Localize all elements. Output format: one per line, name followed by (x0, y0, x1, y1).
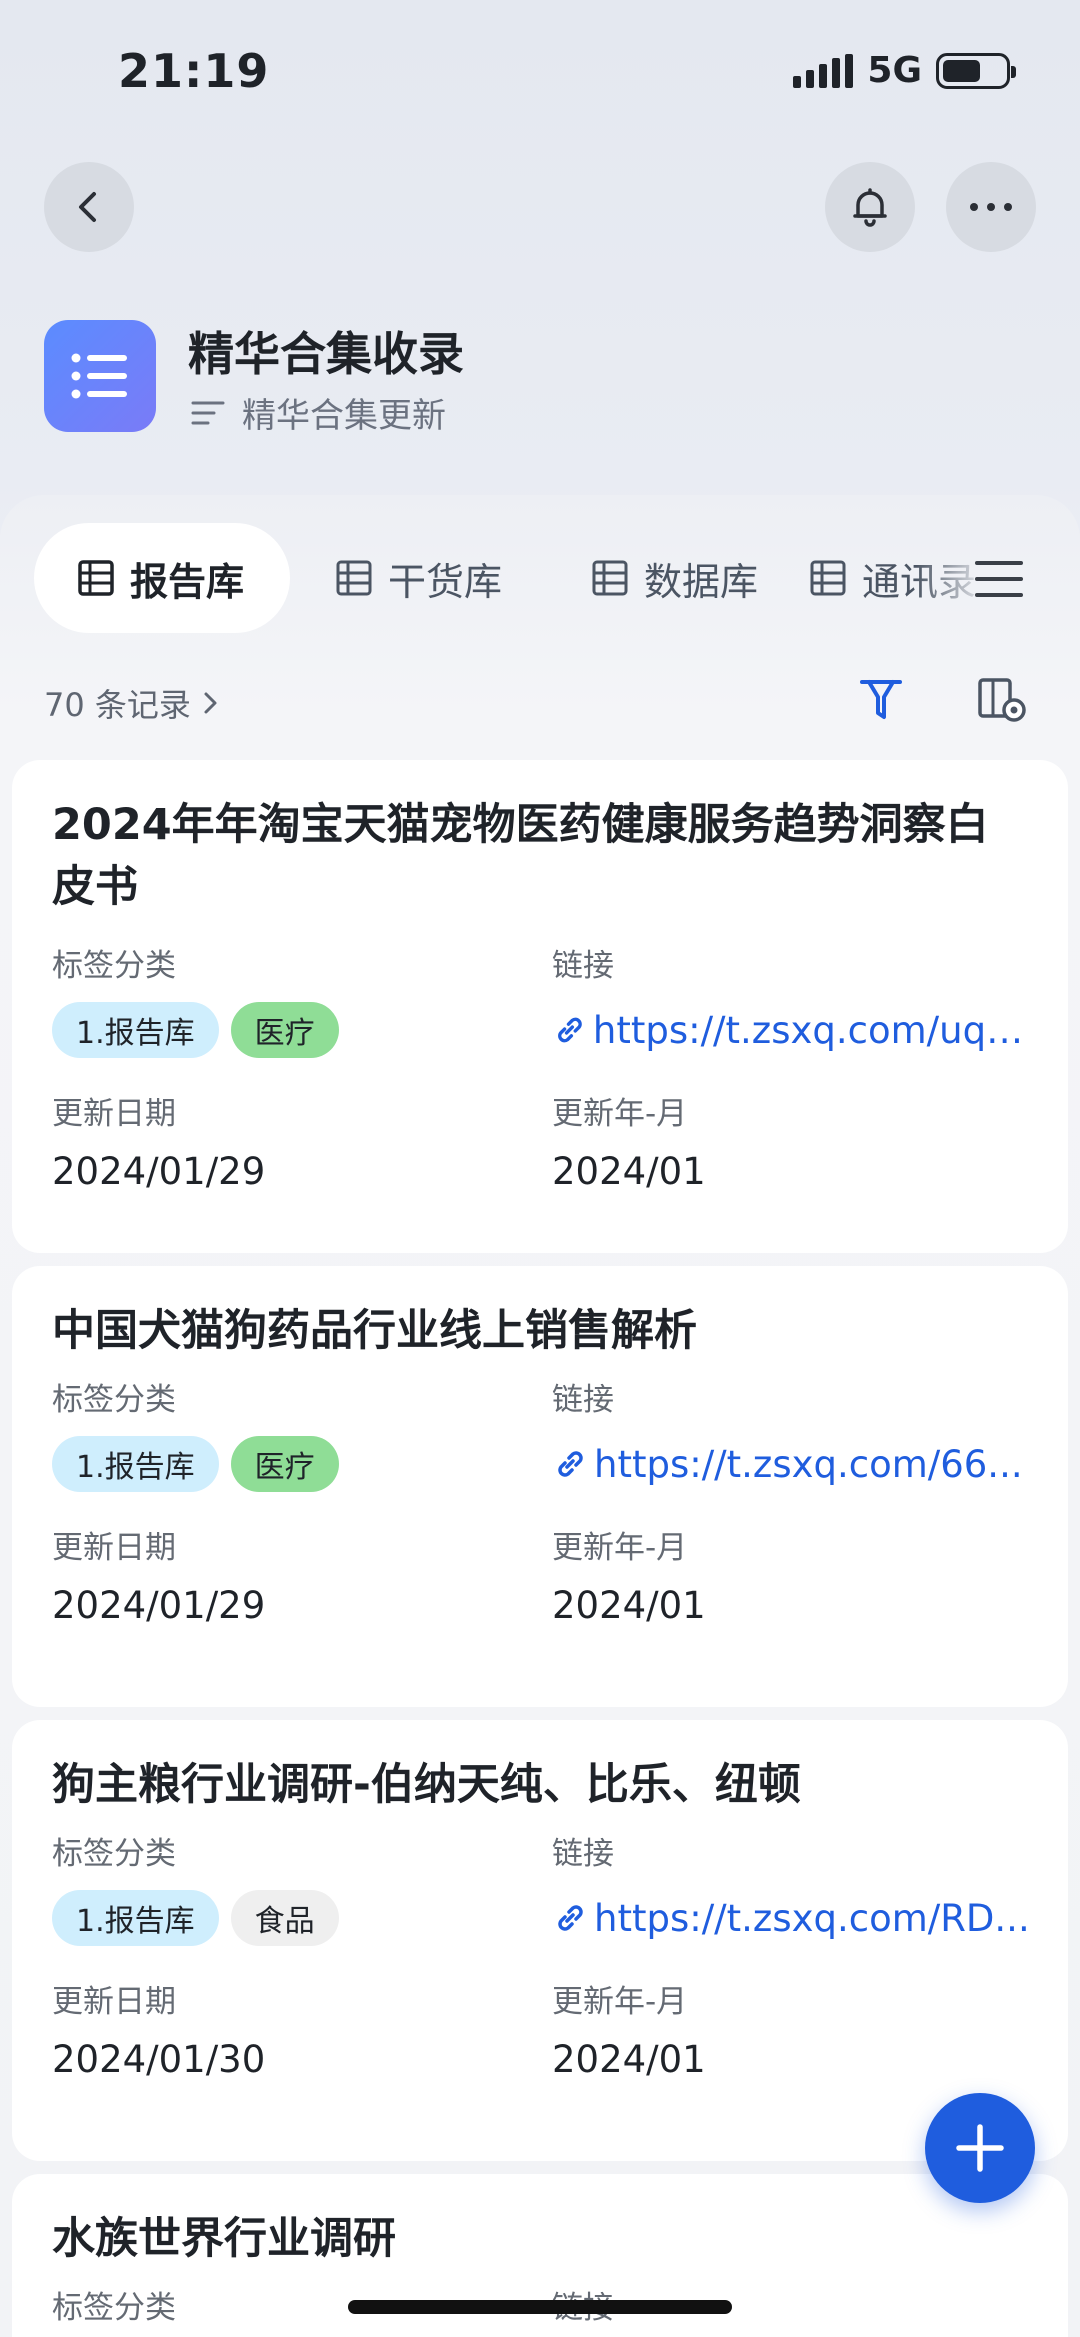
page-subtitle: 精华合集更新 (190, 388, 446, 437)
record-card[interactable]: 狗主粮行业调研-伯纳天纯、比乐、纽顿 标签分类 1.报告库 食品 链接 http… (12, 1720, 1068, 2161)
field-label-date: 更新日期 (52, 1984, 176, 2020)
record-link[interactable]: https://t.zsxq.com/uqA... (552, 1002, 1032, 1058)
chevron-right-icon (204, 692, 217, 714)
list-icon (71, 353, 127, 399)
field-label-month: 更新年-月 (552, 1096, 688, 1132)
notification-button[interactable] (825, 162, 915, 252)
more-icon (970, 203, 1012, 211)
bell-icon (853, 188, 887, 227)
tab-menu-button[interactable] (975, 555, 1023, 603)
field-label-link: 链接 (552, 1836, 614, 1872)
tab-report-library[interactable]: 报告库 (34, 523, 291, 633)
record-card[interactable]: 中国犬猫狗药品行业线上销售解析 标签分类 1.报告库 医疗 链接 https:/… (12, 1266, 1068, 1707)
chevron-left-icon (79, 192, 96, 222)
field-label-date: 更新日期 (52, 1530, 176, 1566)
tab-bar: 报告库 干货库 数据库 通讯录 (34, 523, 1080, 633)
home-indicator[interactable] (348, 2300, 732, 2314)
link-text: https://t.zsxq.com/RD... (594, 1896, 1030, 1940)
table-icon (78, 560, 114, 596)
plus-icon (956, 2124, 1004, 2172)
add-record-button[interactable] (925, 2093, 1035, 2203)
field-label-date: 更新日期 (52, 1096, 176, 1132)
table-icon (336, 560, 372, 596)
tag-chip: 医疗 (230, 1436, 339, 1492)
page-title: 精华合集收录 (188, 327, 464, 381)
tag-chip: 医疗 (230, 1002, 339, 1058)
field-label-month: 更新年-月 (552, 1984, 688, 2020)
field-label-tags: 标签分类 (52, 1382, 176, 1418)
record-link[interactable]: https://t.zsxq.com/RD... (552, 1890, 1030, 1946)
tab-dry-goods-library[interactable]: 干货库 (290, 523, 546, 633)
update-month: 2024/01 (552, 1584, 706, 1627)
field-label-link: 链接 (552, 1382, 614, 1418)
update-date: 2024/01/30 (52, 2038, 266, 2081)
back-button[interactable] (44, 162, 134, 252)
tag-chip: 食品 (230, 1890, 339, 1946)
table-icon (592, 560, 628, 596)
tab-label: 干货库 (388, 559, 503, 604)
subtitle-text: 精华合集更新 (242, 396, 446, 436)
record-count[interactable]: 70 条记录 (44, 680, 221, 726)
signal-icon (793, 53, 854, 88)
tag-chip: 1.报告库 (52, 1436, 219, 1492)
tab-label: 通讯录 (862, 559, 977, 604)
field-label-link: 链接 (552, 948, 614, 984)
align-left-icon (191, 401, 225, 424)
record-link[interactable]: https://t.zsxq.com/66... (552, 1436, 1028, 1492)
tag-chip: 1.报告库 (52, 1002, 219, 1058)
table-icon (810, 560, 846, 596)
record-title: 2024年年淘宝天猫宠物医药健康服务趋势洞察白皮书 (52, 800, 989, 912)
battery-icon (936, 52, 1016, 89)
record-card[interactable]: 2024年年淘宝天猫宠物医药健康服务趋势洞察白皮书 标签分类 1.报告库 医疗 … (12, 760, 1068, 1253)
field-label-tags: 标签分类 (52, 948, 176, 984)
filter-icon[interactable] (856, 673, 906, 723)
status-indicators: 5G (793, 50, 1016, 91)
app-icon (44, 320, 156, 432)
field-label-month: 更新年-月 (552, 1530, 688, 1566)
link-text: https://t.zsxq.com/66... (594, 1442, 1023, 1486)
more-button[interactable] (946, 162, 1036, 252)
link-icon (558, 1451, 583, 1477)
tab-label: 数据库 (644, 559, 759, 604)
update-month: 2024/01 (552, 1150, 706, 1193)
link-text: https://t.zsxq.com/uqA... (592, 1008, 1032, 1052)
update-date: 2024/01/29 (52, 1584, 266, 1627)
record-title: 狗主粮行业调研-伯纳天纯、比乐、纽顿 (52, 1760, 801, 1810)
tab-contacts[interactable]: 通讯录 (808, 523, 988, 633)
tab-label: 报告库 (130, 559, 245, 604)
network-label: 5G (867, 50, 922, 91)
link-icon (558, 1017, 582, 1043)
record-title: 水族世界行业调研 (52, 2214, 396, 2264)
tab-database[interactable]: 数据库 (546, 523, 802, 633)
record-title: 中国犬猫狗药品行业线上销售解析 (52, 1306, 697, 1356)
record-count-text: 70 条记录 (44, 686, 191, 724)
link-icon (558, 1905, 583, 1931)
update-date: 2024/01/29 (52, 1150, 266, 1193)
update-month: 2024/01 (552, 2038, 706, 2081)
view-settings-icon[interactable] (975, 673, 1029, 727)
status-time: 21:19 (118, 44, 270, 98)
tag-chip: 1.报告库 (52, 1890, 219, 1946)
field-label-tags: 标签分类 (52, 1836, 176, 1872)
